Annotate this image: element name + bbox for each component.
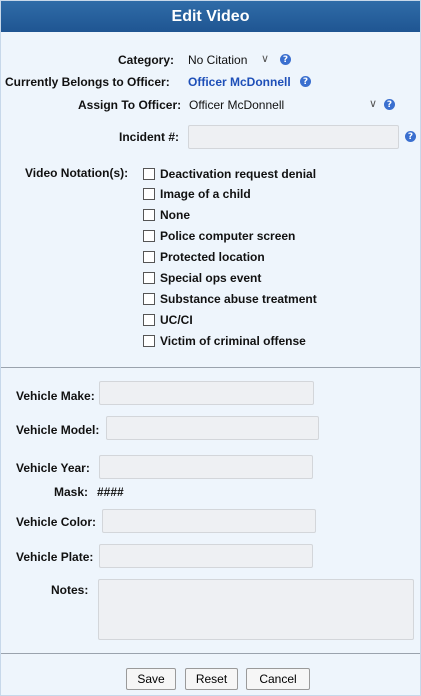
- vehicle-color-label: Vehicle Color:: [16, 515, 97, 529]
- vehicle-year-label: Vehicle Year:: [16, 461, 90, 475]
- mask-value: ####: [97, 485, 124, 499]
- notation-checkbox[interactable]: [143, 209, 155, 221]
- vehicle-model-label: Vehicle Model:: [16, 423, 100, 437]
- assign-select[interactable]: Officer McDonnell ∨: [185, 95, 381, 115]
- notes-label: Notes:: [51, 583, 89, 597]
- notation-label: Substance abuse treatment: [160, 292, 317, 306]
- notation-checkbox[interactable]: [143, 230, 155, 242]
- notation-label: Special ops event: [160, 271, 262, 285]
- mask-label: Mask:: [54, 485, 89, 499]
- vehicle-year-input[interactable]: [99, 455, 313, 479]
- vehicle-make-input[interactable]: [99, 381, 314, 405]
- notes-textarea[interactable]: [98, 579, 414, 640]
- notation-checkbox[interactable]: [143, 335, 155, 347]
- dialog-title: Edit Video: [1, 1, 420, 32]
- notation-checkbox[interactable]: [143, 188, 155, 200]
- assign-value: Officer McDonnell: [189, 98, 285, 112]
- vehicle-color-input[interactable]: [102, 509, 316, 533]
- help-icon[interactable]: ?: [280, 54, 291, 65]
- notation-label: UC/CI: [160, 313, 193, 327]
- notation-label: None: [160, 208, 190, 222]
- help-icon[interactable]: ?: [300, 76, 311, 87]
- category-label: Category:: [118, 53, 175, 67]
- notation-checkbox[interactable]: [143, 314, 155, 326]
- incident-label: Incident #:: [119, 130, 180, 144]
- notation-label: Police computer screen: [160, 229, 296, 243]
- notation-label: Victim of criminal offense: [160, 334, 306, 348]
- help-icon[interactable]: ?: [405, 131, 416, 142]
- reset-button[interactable]: Reset: [185, 668, 238, 690]
- vehicle-make-label: Vehicle Make:: [16, 389, 95, 403]
- vehicle-plate-input[interactable]: [99, 544, 313, 568]
- notation-checkbox[interactable]: [143, 293, 155, 305]
- notation-checkbox[interactable]: [143, 168, 155, 180]
- assign-label: Assign To Officer:: [78, 98, 182, 112]
- notations-label: Video Notation(s):: [25, 166, 129, 180]
- belongs-label: Currently Belongs to Officer:: [5, 75, 170, 89]
- notation-label: Protected location: [160, 250, 265, 264]
- edit-video-dialog: Edit Video Category: No Citation ∨ ? Cur…: [0, 0, 421, 696]
- vehicle-plate-label: Vehicle Plate:: [16, 550, 94, 564]
- category-value: No Citation: [188, 53, 248, 67]
- belongs-value: Officer McDonnell: [188, 75, 291, 89]
- notation-checkbox[interactable]: [143, 251, 155, 263]
- notation-label: Image of a child: [160, 187, 251, 201]
- chevron-down-icon: ∨: [260, 52, 269, 65]
- notation-label: Deactivation request denial: [160, 167, 317, 181]
- vehicle-model-input[interactable]: [106, 416, 319, 440]
- notation-checkbox[interactable]: [143, 272, 155, 284]
- section-divider: [1, 653, 420, 654]
- incident-input[interactable]: [188, 125, 399, 149]
- section-divider: [1, 367, 420, 368]
- chevron-down-icon: ∨: [368, 97, 377, 110]
- save-button[interactable]: Save: [126, 668, 176, 690]
- cancel-button[interactable]: Cancel: [246, 668, 310, 690]
- help-icon[interactable]: ?: [384, 99, 395, 110]
- category-select[interactable]: No Citation ∨: [184, 50, 273, 70]
